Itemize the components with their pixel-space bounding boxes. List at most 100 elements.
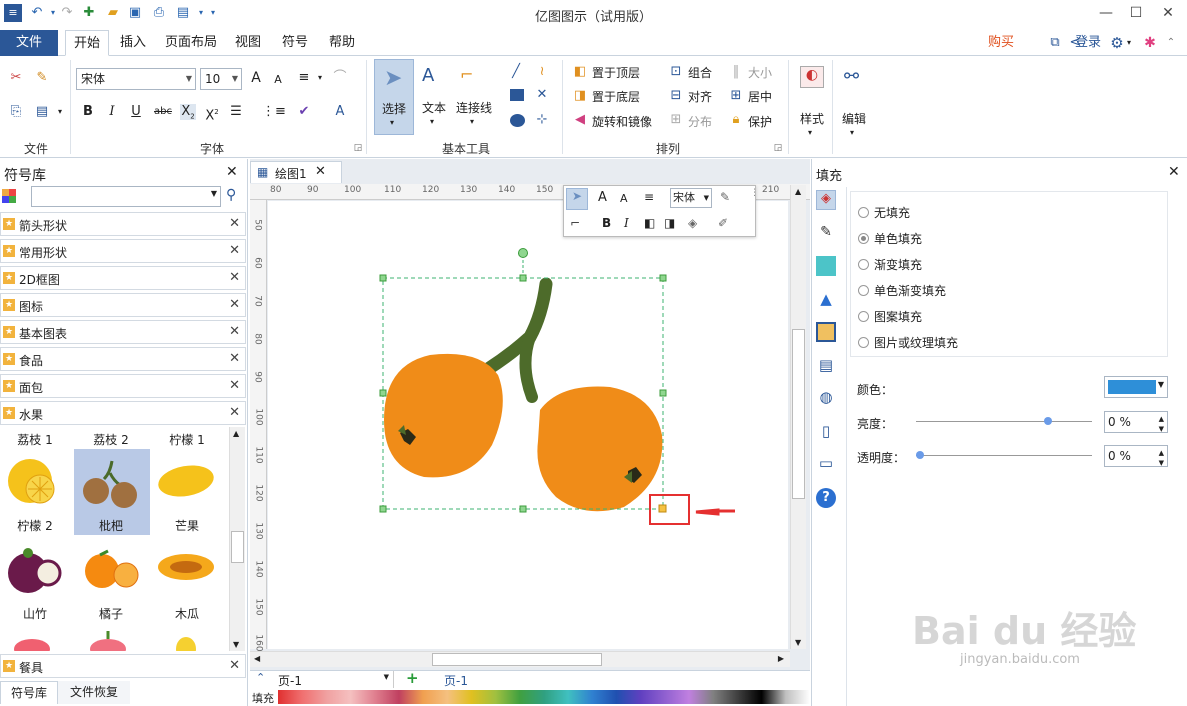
mango-thumb[interactable]: [156, 459, 218, 503]
menu-page-layout[interactable]: 页面布局: [160, 30, 222, 56]
curve-text-icon[interactable]: ⌒: [332, 70, 348, 86]
rotate-mirror-button[interactable]: 旋转和镜像: [592, 113, 652, 130]
category-basic-charts[interactable]: ★ 基本图表 ✕: [0, 320, 246, 344]
align-icon[interactable]: ⊟: [668, 88, 684, 104]
resize-handle-se[interactable]: [658, 504, 667, 513]
float-align-icon[interactable]: ≡: [644, 190, 654, 204]
italic-icon[interactable]: I: [104, 104, 120, 120]
resize-handle-ne[interactable]: [659, 274, 667, 282]
bullets-icon[interactable]: ⋮≡: [262, 104, 286, 120]
float-select-icon[interactable]: ➤: [566, 188, 588, 210]
library-scrollbar[interactable]: ▲ ▼: [229, 427, 245, 651]
category-arrows[interactable]: ★ 箭头形状 ✕: [0, 212, 246, 236]
category-food[interactable]: ★ 食品 ✕: [0, 347, 246, 371]
fill-tab-icon[interactable]: ◈: [816, 190, 836, 210]
protect-button[interactable]: 保护: [748, 113, 772, 130]
resize-handle-s[interactable]: [519, 505, 527, 513]
float-grow-font-icon[interactable]: A: [598, 190, 607, 205]
line-tool-icon[interactable]: ╱: [508, 64, 524, 80]
float-bold-icon[interactable]: B: [602, 216, 611, 230]
fill-option-gradient[interactable]: 渐变填充: [858, 256, 922, 273]
connector-tool-button[interactable]: ⌐ 连接线 ▾: [452, 59, 496, 135]
float-send-back-icon[interactable]: ◨: [664, 216, 675, 230]
orange-thumb[interactable]: [80, 541, 144, 597]
font-size-combo[interactable]: 10 ▼: [200, 68, 242, 90]
fill-option-none[interactable]: 无填充: [858, 204, 910, 221]
library-search-input[interactable]: ▼: [31, 186, 221, 207]
color-swatches[interactable]: [278, 690, 810, 704]
page-select[interactable]: 页-1 ▼: [274, 671, 394, 688]
float-format-painter-icon[interactable]: ✎: [720, 190, 730, 204]
font-dialog-launcher-icon[interactable]: ◲: [350, 140, 366, 156]
menu-view[interactable]: 视图: [228, 30, 268, 56]
fill-panel-close-icon[interactable]: ✕: [1168, 164, 1180, 180]
shrink-font-icon[interactable]: A: [270, 72, 286, 88]
paste-icon[interactable]: ▤: [34, 104, 50, 120]
category-2d-block[interactable]: ★ 2D框图 ✕: [0, 266, 246, 290]
fill-option-picture[interactable]: 图片或纹理填充: [858, 334, 958, 351]
hyperlink-icon[interactable]: ◍: [816, 388, 836, 408]
collapse-ribbon-icon[interactable]: ⌃: [1162, 30, 1180, 56]
center-button[interactable]: 居中: [748, 88, 772, 105]
settings-dropdown-icon[interactable]: ▾: [1124, 30, 1134, 56]
minimize-button[interactable]: —: [1092, 2, 1120, 24]
float-italic-icon[interactable]: I: [624, 216, 629, 230]
float-bring-front-icon[interactable]: ◧: [644, 216, 655, 230]
float-shrink-font-icon[interactable]: A: [620, 192, 628, 205]
comment-icon[interactable]: ▭: [816, 454, 836, 474]
category-bread[interactable]: ★ 面包 ✕: [0, 374, 246, 398]
text-tool-button[interactable]: A 文本 ▾: [418, 59, 450, 135]
format-painter-icon[interactable]: ✎: [34, 70, 50, 86]
copy-icon[interactable]: ⎘: [8, 104, 24, 120]
group-icon[interactable]: ⊡: [668, 64, 684, 80]
resize-handle-sw[interactable]: [379, 505, 387, 513]
bold-icon[interactable]: B: [80, 104, 96, 120]
category-icons[interactable]: ★ 图标 ✕: [0, 293, 246, 317]
fill-option-pattern[interactable]: 图案填充: [858, 308, 922, 325]
menu-home[interactable]: 开始: [65, 30, 109, 56]
papaya-thumb[interactable]: [156, 545, 218, 589]
menu-insert[interactable]: 插入: [113, 30, 153, 56]
layer-tab-icon[interactable]: [816, 322, 836, 342]
cut-icon[interactable]: ✂: [8, 70, 24, 86]
menu-file[interactable]: 文件: [0, 30, 58, 56]
highlight-icon[interactable]: ✔: [296, 104, 312, 120]
size-icon[interactable]: ‖: [728, 64, 744, 80]
font-color-icon[interactable]: A: [332, 104, 348, 120]
edit-button[interactable]: ⚯ 编辑 ▾: [838, 62, 870, 146]
attachment-icon[interactable]: ▯: [816, 422, 836, 442]
page-nav-up-icon[interactable]: ⌃: [256, 671, 265, 684]
fill-option-solid[interactable]: 单色填充: [858, 230, 922, 247]
mangosteen-thumb[interactable]: [4, 541, 66, 597]
transparency-slider[interactable]: [916, 451, 1092, 459]
image-tab-icon[interactable]: ▲: [816, 290, 836, 310]
line-tab-icon[interactable]: ✎: [816, 224, 836, 244]
brightness-input[interactable]: 0 % ▲ ▼: [1104, 411, 1168, 433]
library-close-icon[interactable]: ✕: [226, 164, 238, 180]
bring-front-icon[interactable]: ◧: [572, 64, 588, 80]
style-button[interactable]: ◐ 样式 ▾: [796, 62, 828, 146]
float-line-color-icon[interactable]: ✐: [718, 216, 728, 230]
cross-tool-icon[interactable]: ✕: [534, 87, 550, 103]
float-fill-icon[interactable]: ◈: [688, 216, 697, 230]
loquat-thumb[interactable]: [80, 455, 144, 511]
strikethrough-icon[interactable]: abc: [152, 104, 174, 120]
rectangle-tool-icon[interactable]: [510, 89, 524, 101]
lemon-2-thumb[interactable]: [4, 455, 66, 511]
float-font-combo[interactable]: 宋体 ▼: [670, 188, 712, 208]
rotate-mirror-icon[interactable]: ◀: [572, 112, 588, 128]
maximize-button[interactable]: ☐: [1122, 2, 1150, 24]
category-tableware[interactable]: ★ 餐具 ✕: [0, 654, 246, 678]
category-common-shapes[interactable]: ★ 常用形状 ✕: [0, 239, 246, 263]
add-page-icon[interactable]: +: [406, 669, 419, 687]
brightness-slider[interactable]: [916, 417, 1092, 425]
paste-dropdown-icon[interactable]: ▾: [52, 104, 68, 120]
category-fruit[interactable]: ★ 水果 ✕: [0, 401, 246, 425]
arrange-dialog-launcher-icon[interactable]: ◲: [770, 140, 786, 156]
lock-icon[interactable]: 🔒︎: [728, 112, 744, 128]
arc-tool-icon[interactable]: ≀: [534, 64, 550, 80]
align-text-icon[interactable]: ≡: [296, 70, 312, 86]
login-link[interactable]: 登录: [1068, 30, 1108, 56]
distribute-button[interactable]: 分布: [688, 113, 712, 130]
page-properties-icon[interactable]: ▤: [816, 356, 836, 376]
